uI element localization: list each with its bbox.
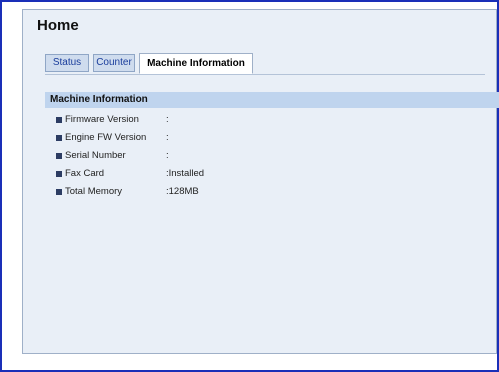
info-value: :Installed (166, 168, 205, 179)
bullet-icon (56, 135, 62, 141)
info-label: Firmware Version (65, 114, 139, 125)
bullet-icon (56, 117, 62, 123)
info-value: : (166, 150, 169, 161)
tab-machine-information[interactable]: Machine Information (139, 53, 253, 74)
bullet-icon (56, 171, 62, 177)
info-label: Fax Card (65, 168, 105, 179)
info-label: Engine FW Version (65, 132, 147, 143)
content-panel: Home Status Counter Machine Information … (22, 9, 499, 354)
info-value: : (166, 132, 169, 143)
tab-status[interactable]: Status (45, 54, 89, 72)
info-label: Serial Number (65, 150, 126, 161)
tab-counter[interactable]: Counter (93, 54, 135, 72)
info-value: :128MB (166, 186, 199, 197)
info-value: : (166, 114, 169, 125)
window-frame: Home Status Counter Machine Information … (0, 0, 499, 372)
tab-divider (45, 74, 485, 75)
bullet-icon (56, 153, 62, 159)
page-title: Home (37, 17, 79, 34)
info-label: Total Memory (65, 186, 123, 197)
section-title: Machine Information (50, 94, 148, 105)
bullet-icon (56, 189, 62, 195)
